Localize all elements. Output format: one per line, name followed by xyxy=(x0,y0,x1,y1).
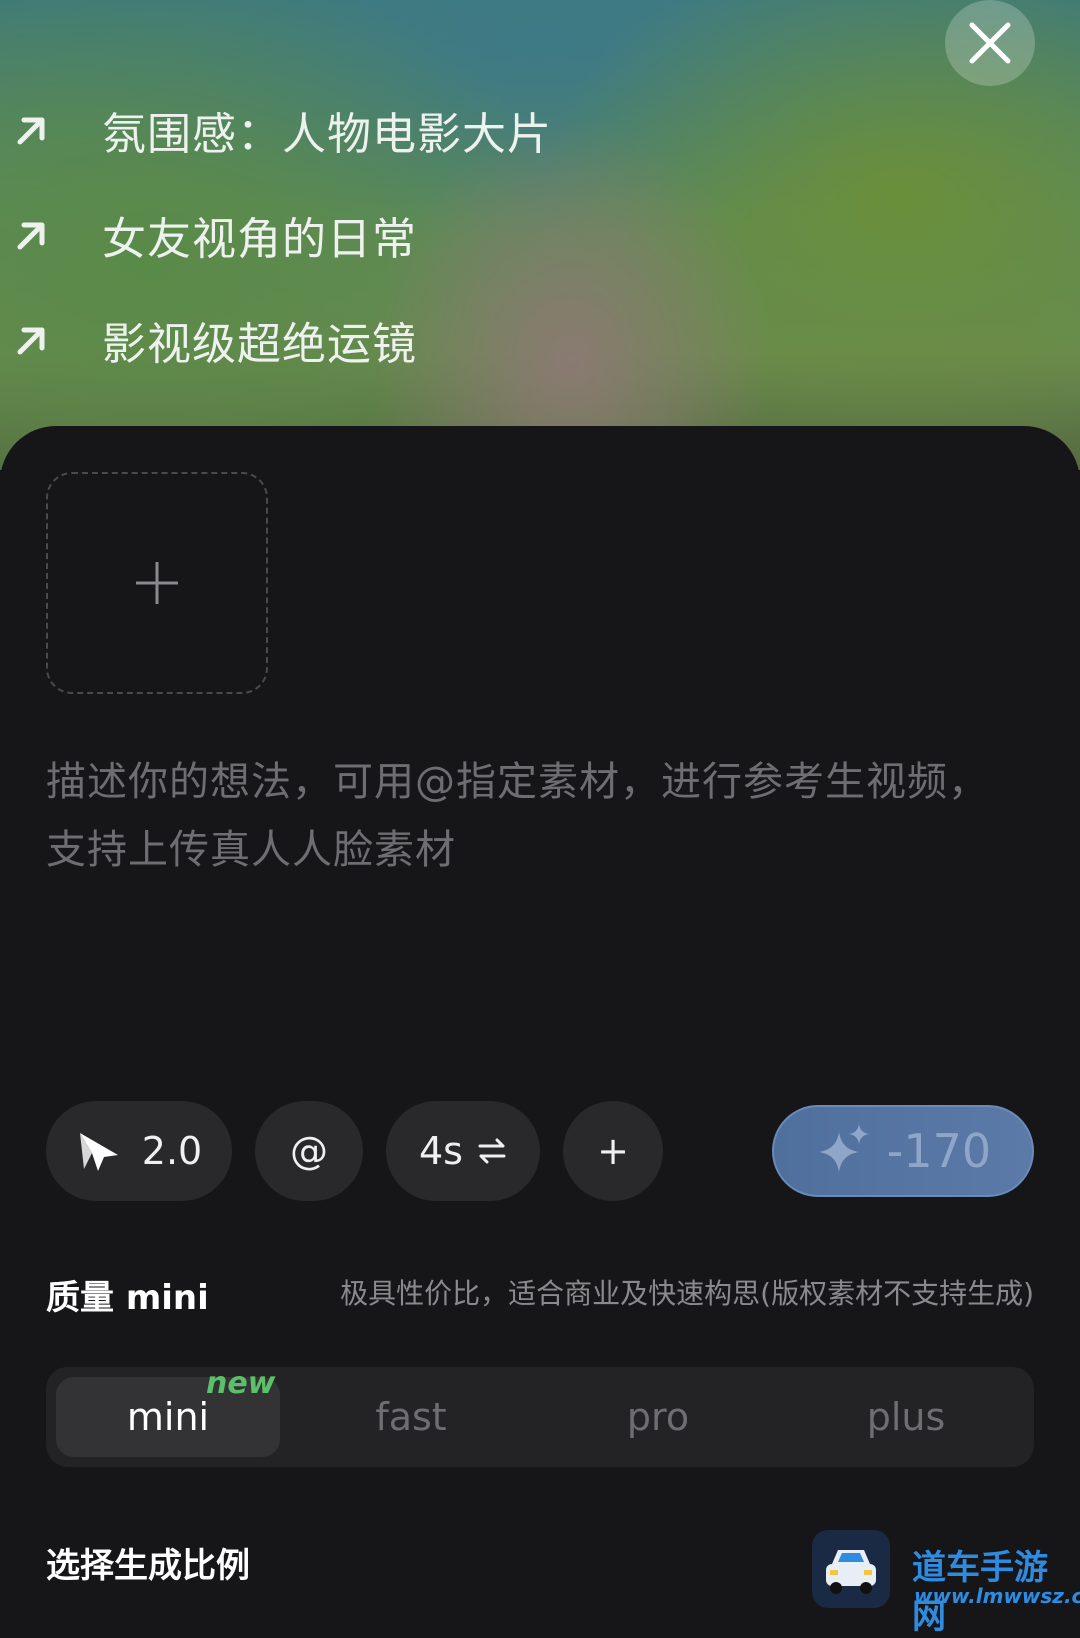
suggestion-item[interactable]: 女友视角的日常 xyxy=(12,205,417,265)
model-version-button[interactable]: 2.0 xyxy=(46,1101,232,1201)
arrow-up-right-icon xyxy=(17,222,45,250)
quality-option-label: pro xyxy=(626,1395,690,1439)
suggestion-item[interactable]: 影视级超绝运镜 xyxy=(12,310,417,370)
quality-option-label: fast xyxy=(375,1395,447,1439)
quality-option-plus[interactable]: plus xyxy=(794,1377,1018,1457)
quality-option-pro[interactable]: pro xyxy=(546,1377,770,1457)
quality-option-fast[interactable]: fast xyxy=(299,1377,523,1457)
suggestion-label: 氛围感：人物电影大片 xyxy=(102,109,552,160)
suggestion-item[interactable]: 氛围感：人物电影大片 xyxy=(12,100,552,160)
close-icon xyxy=(969,22,1011,64)
duration-button[interactable]: 4s xyxy=(386,1101,540,1201)
duration-label: 4s xyxy=(419,1129,463,1173)
mention-button[interactable]: @ xyxy=(255,1101,363,1201)
arrow-up-right-icon xyxy=(17,117,45,145)
prompt-input[interactable]: 描述你的想法，可用@指定素材，进行参考生视频， 支持上传真人人脸素材 xyxy=(46,748,1006,884)
model-logo-icon xyxy=(79,1133,118,1171)
suggestion-label: 女友视角的日常 xyxy=(102,214,417,265)
upload-material-button[interactable] xyxy=(46,472,268,694)
prompt-placeholder-line1: 描述你的想法，可用@指定素材，进行参考生视频， xyxy=(46,759,989,805)
plus-icon xyxy=(136,562,178,604)
aspect-ratio-label: 选择生成比例 xyxy=(46,1546,250,1586)
more-options-button[interactable]: + xyxy=(563,1101,663,1201)
watermark-logo xyxy=(812,1530,890,1608)
quality-option-label: mini xyxy=(126,1395,210,1439)
generate-cost: -170 xyxy=(886,1124,992,1178)
arrow-up-right-icon xyxy=(17,327,45,355)
plus-icon: + xyxy=(597,1129,629,1173)
generate-button[interactable]: -170 xyxy=(772,1105,1034,1197)
at-icon: @ xyxy=(290,1129,328,1173)
sparkle-icon xyxy=(818,1124,869,1172)
close-button[interactable] xyxy=(945,0,1035,86)
quality-option-label: plus xyxy=(866,1395,946,1439)
model-version-label: 2.0 xyxy=(141,1129,203,1173)
watermark-url: www.lmwwsz.com xyxy=(914,1584,1080,1608)
suggestion-label: 影视级超绝运镜 xyxy=(102,319,417,370)
quality-segmented-control: mini fast pro plus xyxy=(46,1367,1034,1467)
swap-arrows-icon xyxy=(478,1138,506,1164)
prompt-placeholder-line2: 支持上传真人人脸素材 xyxy=(46,827,456,873)
quality-description: 极具性价比，适合商业及快速构思(版权素材不支持生成) xyxy=(340,1277,1034,1310)
new-badge: new xyxy=(206,1366,276,1401)
quality-label: 质量 mini xyxy=(46,1278,209,1318)
car-icon xyxy=(826,1550,876,1594)
